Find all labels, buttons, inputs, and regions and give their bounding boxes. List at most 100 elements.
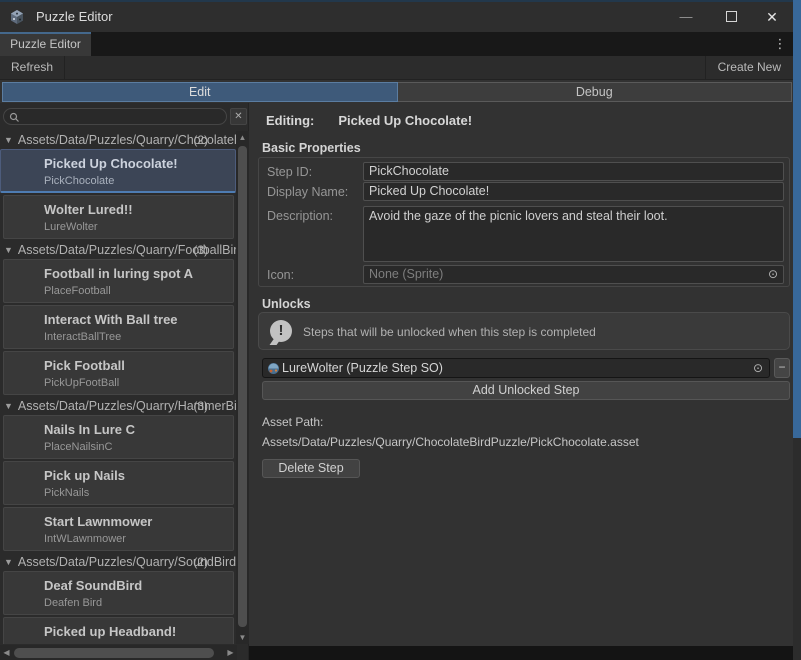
maximize-icon (726, 11, 737, 22)
group-count: (2) (193, 133, 208, 147)
step-list-item[interactable]: Football in luring spot A PlaceFootball (3, 259, 234, 303)
editing-step-name: Picked Up Chocolate! (338, 113, 472, 128)
step-editor-panel: Editing: Picked Up Chocolate! Basic Prope… (249, 103, 793, 648)
unlocks-help-box: ! Steps that will be unlocked when this … (258, 312, 790, 350)
step-id-label: Step ID: (267, 165, 312, 179)
remove-unlocked-step-button[interactable]: − (774, 358, 790, 378)
foldout-arrow-icon: ▼ (4, 245, 13, 255)
group-count: (3) (193, 243, 208, 257)
scroll-left-icon[interactable]: ◀ (0, 645, 13, 660)
step-title: Deaf SoundBird (44, 578, 233, 593)
tab-edit[interactable]: Edit (2, 82, 398, 102)
horizontal-scrollbar-thumb[interactable] (14, 648, 214, 658)
step-id-text: PlaceFootball (44, 285, 233, 297)
step-id-text: IntWLawnmower (44, 533, 233, 545)
toolbar: Refresh Create New (0, 56, 793, 80)
description-input[interactable]: Avoid the gaze of the picnic lovers and … (363, 206, 784, 262)
icon-object-value: None (Sprite) (369, 267, 443, 281)
step-id-text: InteractBallTree (44, 331, 233, 343)
desktop: Puzzle Editor — ✕ Puzzle Editor ⋮ Refres… (0, 0, 801, 660)
scroll-right-icon[interactable]: ▶ (224, 645, 237, 660)
tab-debug[interactable]: Debug (398, 82, 793, 102)
step-id-input[interactable]: PickChocolate (363, 162, 784, 181)
basic-properties-box: Step ID: PickChocolate Display Name: Pic… (258, 157, 790, 287)
refresh-button[interactable]: Refresh (0, 56, 65, 80)
asset-path-value: Assets/Data/Puzzles/Quarry/ChocolateBird… (262, 435, 639, 449)
maximize-button[interactable] (709, 2, 753, 32)
search-input[interactable] (22, 109, 222, 124)
desktop-edge-bottom (249, 646, 793, 660)
group-header[interactable]: ▼Assets/Data/Puzzles/Quarry/SoundBird(2) (0, 553, 236, 571)
puzzle-editor-window: Puzzle Editor — ✕ Puzzle Editor ⋮ Refres… (0, 2, 793, 660)
group-count: (2) (193, 555, 208, 569)
info-icon: ! (270, 320, 292, 342)
group-header[interactable]: ▼Assets/Data/Puzzles/Quarry/HammerBi(3) (0, 397, 236, 415)
unlocks-title: Unlocks (262, 297, 311, 311)
group-header[interactable]: ▼Assets/Data/Puzzles/Quarry/FootballBir(… (0, 241, 236, 259)
object-picker-icon[interactable]: ⊙ (753, 359, 763, 377)
step-list-panel: ✕ ▼Assets/Data/Puzzles/Quarry/Chocolatel… (0, 103, 249, 660)
step-title: Pick up Nails (44, 468, 233, 483)
title-bar: Puzzle Editor — ✕ (0, 2, 793, 32)
tab-puzzle-editor[interactable]: Puzzle Editor (0, 32, 91, 56)
asset-path-label: Asset Path: (262, 415, 323, 429)
foldout-arrow-icon: ▼ (4, 557, 13, 567)
unlocked-step-row: LureWolter (Puzzle Step SO) ⊙ − (262, 358, 790, 378)
display-name-input[interactable]: Picked Up Chocolate! (363, 182, 784, 201)
add-unlocked-step-button[interactable]: Add Unlocked Step (262, 381, 790, 400)
step-title: Nails In Lure C (44, 422, 233, 437)
vertical-scrollbar-thumb[interactable] (238, 146, 247, 627)
delete-step-button[interactable]: Delete Step (262, 459, 360, 478)
step-title: Picked up Headband! (44, 624, 233, 639)
icon-object-field[interactable]: None (Sprite) ⊙ (363, 265, 784, 284)
minimize-button[interactable]: — (664, 2, 708, 32)
step-list-item[interactable]: Deaf SoundBirdDeafen Bird (3, 571, 234, 615)
step-title: Interact With Ball tree (44, 312, 233, 327)
close-button[interactable]: ✕ (751, 2, 793, 32)
step-list-item[interactable]: Wolter Lured!! LureWolter (3, 195, 234, 239)
group-count: (3) (193, 399, 208, 413)
mode-tab-bar: Edit Debug (2, 82, 792, 102)
horizontal-scrollbar: ◀ ▶ (0, 645, 237, 660)
create-new-button[interactable]: Create New (705, 56, 793, 80)
display-name-label: Display Name: (267, 185, 348, 199)
window-title: Puzzle Editor (36, 2, 113, 32)
editing-header: Editing: Picked Up Chocolate! (266, 113, 472, 128)
search-box[interactable] (3, 108, 227, 125)
step-list-item[interactable]: Interact With Ball tree InteractBallTree (3, 305, 234, 349)
unlocked-step-name: LureWolter (Puzzle Step SO) (282, 359, 443, 377)
scriptable-object-icon (267, 362, 280, 375)
step-id-text: PlaceNailsinC (44, 441, 233, 453)
desktop-edge-right (793, 0, 801, 438)
step-id-text: PickUpFootBall (44, 377, 233, 389)
group-header[interactable]: ▼Assets/Data/Puzzles/Quarry/Chocolatel(2… (0, 131, 236, 149)
step-title: Start Lawnmower (44, 514, 233, 529)
foldout-arrow-icon: ▼ (4, 135, 13, 145)
vertical-scrollbar: ▲ ▼ (236, 131, 249, 644)
search-clear-button[interactable]: ✕ (230, 108, 247, 125)
step-title: Wolter Lured!! (44, 202, 233, 217)
kebab-menu-icon[interactable]: ⋮ (771, 32, 789, 56)
scroll-down-icon[interactable]: ▼ (236, 631, 249, 644)
step-list-item[interactable]: Pick up Nails PickNails (3, 461, 234, 505)
step-list-item[interactable]: Picked up Headband! (3, 617, 234, 644)
step-list-item[interactable]: Nails In Lure C PlaceNailsinC (3, 415, 234, 459)
step-list-item[interactable]: Start Lawnmower IntWLawnmower (3, 507, 234, 551)
step-list-item[interactable]: Pick FootballPickUpFootBall (3, 351, 234, 395)
foldout-arrow-icon: ▼ (4, 401, 13, 411)
icon-label: Icon: (267, 268, 294, 282)
step-id-text: PickNails (44, 487, 233, 499)
document-tab-bar: Puzzle Editor ⋮ (0, 32, 793, 56)
app-cube-icon (9, 9, 25, 25)
editing-label: Editing: (266, 113, 314, 128)
basic-properties-title: Basic Properties (262, 141, 361, 155)
step-id-text: LureWolter (44, 221, 233, 233)
step-id-text: PickChocolate (44, 175, 235, 187)
step-title: Football in luring spot A (44, 266, 233, 281)
step-list-item[interactable]: Picked Up Chocolate!PickChocolate (0, 149, 236, 193)
scroll-up-icon[interactable]: ▲ (236, 131, 249, 144)
unlocked-step-object-field[interactable]: LureWolter (Puzzle Step SO) ⊙ (262, 358, 770, 378)
description-label: Description: (267, 209, 333, 223)
object-picker-icon[interactable]: ⊙ (768, 266, 778, 283)
search-icon (9, 112, 20, 123)
